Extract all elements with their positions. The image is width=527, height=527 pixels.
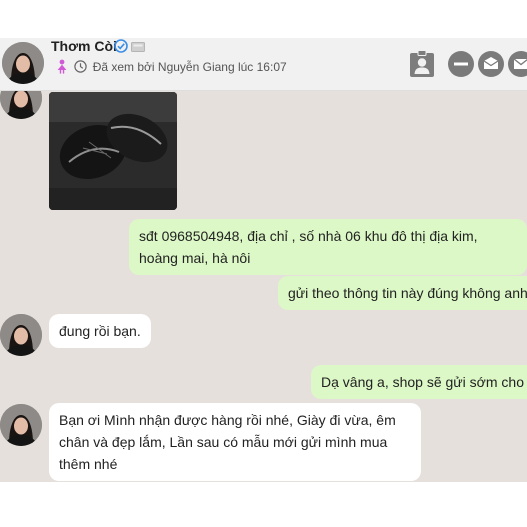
female-icon: [57, 59, 67, 74]
message-image-shoes[interactable]: [49, 92, 177, 210]
message-bubble-outgoing[interactable]: gửi theo thông tin này đúng không anh: [278, 276, 527, 310]
message-bubble-outgoing[interactable]: Dạ vâng a, shop sẽ gửi sớm cho a: [311, 365, 527, 399]
message-bubble-outgoing[interactable]: sđt 0968504948, địa chỉ , số nhà 06 khu …: [129, 219, 527, 275]
contact-avatar-small: [0, 91, 42, 119]
contact-card-icon[interactable]: [409, 50, 435, 78]
contact-avatar-small: [0, 404, 42, 446]
block-icon: [454, 62, 468, 66]
seen-status-text: Đã xem bởi Nguyễn Giang lúc 16:07: [92, 60, 287, 74]
chat-window: Thơm Còi Đã xem bởi Nguyễn Giang lúc 16:…: [0, 0, 527, 527]
seen-status-row: Đã xem bởi Nguyễn Giang lúc 16:07: [56, 59, 287, 75]
email-icon: [513, 58, 527, 69]
contact-avatar[interactable]: [2, 42, 44, 84]
message-text: đung rồi bạn.: [59, 323, 141, 339]
message-bubble-incoming[interactable]: đung rồi bạn.: [49, 314, 151, 348]
message-icon: [483, 57, 499, 69]
message-button[interactable]: [478, 51, 504, 77]
message-text: Bạn ơi Mình nhận được hàng rồi nhé, Giày…: [59, 412, 396, 472]
clock-icon: [74, 60, 88, 73]
chat-header: Thơm Còi Đã xem bởi Nguyễn Giang lúc 16:…: [0, 38, 527, 91]
message-bubble-incoming[interactable]: Bạn ơi Mình nhận được hàng rồi nhé, Giày…: [49, 403, 421, 481]
contact-name[interactable]: Thơm Còi: [51, 38, 117, 54]
message-text: Dạ vâng a, shop sẽ gửi sớm cho a: [321, 374, 527, 390]
footer-area: [0, 482, 527, 527]
message-list[interactable]: sđt 0968504948, địa chỉ , số nhà 06 khu …: [0, 91, 527, 482]
verified-icon: [114, 39, 128, 53]
mobile-icon: [131, 42, 145, 52]
message-text: sđt 0968504948, địa chỉ , số nhà 06 khu …: [139, 228, 478, 266]
contact-avatar-small: [0, 314, 42, 356]
block-button[interactable]: [448, 51, 474, 77]
email-button[interactable]: [508, 51, 527, 77]
message-text: gửi theo thông tin này đúng không anh: [288, 285, 527, 301]
